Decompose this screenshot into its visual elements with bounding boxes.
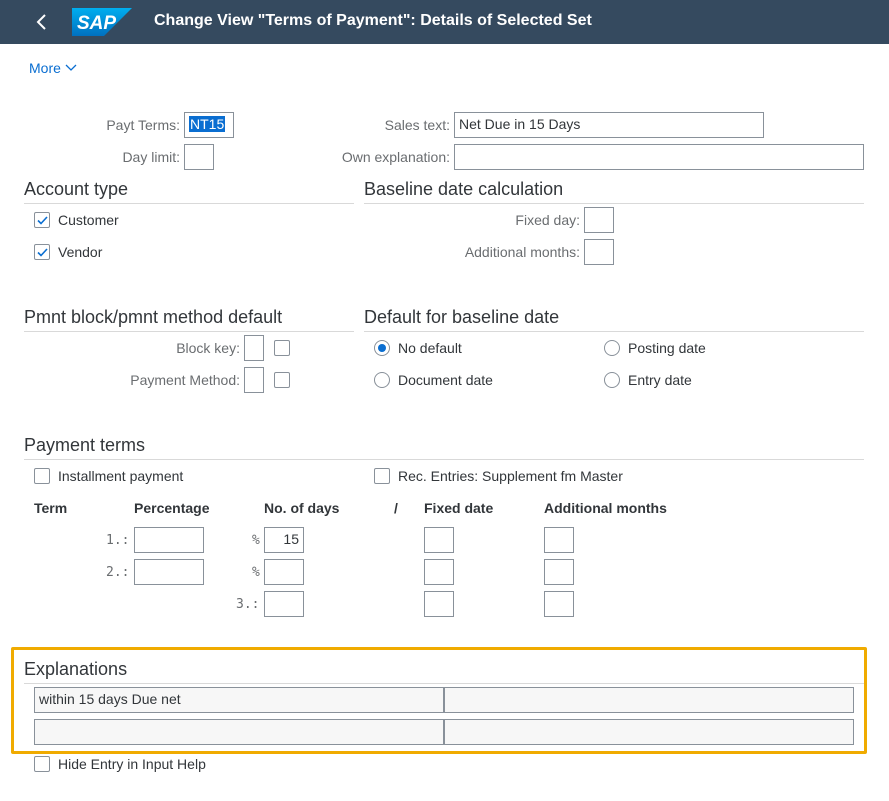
day-limit-field[interactable] (184, 144, 214, 170)
explanation-line1-right (444, 687, 854, 713)
account-type-title: Account type (24, 179, 129, 199)
own-explanation-label: Own explanation: (341, 149, 450, 165)
fixed-date-2-field[interactable] (424, 559, 454, 585)
installment-checkbox[interactable] (34, 468, 50, 484)
entry-date-radio[interactable] (604, 372, 620, 388)
explanation-line2-left (34, 719, 444, 745)
block-key-field[interactable] (244, 335, 264, 361)
additional-months-field[interactable] (584, 239, 614, 265)
days-2-field[interactable] (264, 559, 304, 585)
no-default-label: No default (398, 340, 462, 356)
payment-method-label: Payment Method: (130, 372, 240, 388)
radio-selected-dot (378, 344, 386, 352)
check-icon (37, 216, 48, 225)
page-title: Change View "Terms of Payment": Details … (154, 12, 592, 29)
day-limit-label: Day limit: (122, 149, 180, 165)
col-additional-months: Additional months (544, 500, 667, 516)
payment-terms-title: Payment terms (24, 435, 146, 455)
explanation-line1-left: within 15 days Due net (34, 687, 444, 713)
payment-method-field[interactable] (244, 367, 264, 393)
add-months-1-field[interactable] (544, 527, 574, 553)
rec-entries-label: Rec. Entries: Supplement fm Master (398, 468, 623, 484)
col-no-of-days: No. of days (264, 500, 340, 516)
baseline-calc-divider (364, 203, 864, 204)
term-2-label: 2.: (106, 565, 130, 580)
payt-terms-field[interactable]: NT15 (184, 112, 234, 138)
explanations-divider (24, 683, 864, 684)
more-menu-button[interactable]: More (29, 60, 77, 76)
account-type-divider (24, 203, 354, 204)
col-percentage: Percentage (134, 500, 210, 516)
back-icon[interactable] (30, 10, 54, 34)
payt-terms-label: Payt Terms: (106, 117, 180, 133)
pct-sign-2: % (252, 565, 260, 580)
sales-text-field[interactable]: Net Due in 15 Days (454, 112, 764, 138)
additional-months-label: Additional months: (464, 244, 580, 260)
pct-sign-1: % (252, 533, 260, 548)
days-1-field[interactable]: 15 (264, 527, 304, 553)
sap-logo[interactable]: SAP (72, 8, 132, 36)
hide-entry-checkbox[interactable] (34, 756, 50, 772)
installment-label: Installment payment (58, 468, 184, 484)
fixed-day-field[interactable] (584, 207, 614, 233)
posting-date-radio[interactable] (604, 340, 620, 356)
block-key-checkbox[interactable] (274, 340, 290, 356)
explanations-title: Explanations (24, 659, 128, 679)
document-date-label: Document date (398, 372, 493, 388)
col-fixed-date: Fixed date (424, 500, 494, 516)
block-key-label: Block key: (176, 340, 240, 356)
vendor-checkbox[interactable] (34, 244, 50, 260)
term-3-label: 3.: (236, 597, 260, 612)
document-date-radio[interactable] (374, 372, 390, 388)
customer-checkbox[interactable] (34, 212, 50, 228)
vendor-label: Vendor (58, 244, 103, 260)
days-3-field[interactable] (264, 591, 304, 617)
fixed-day-label: Fixed day: (515, 212, 580, 228)
default-baseline-title: Default for baseline date (364, 307, 560, 327)
own-explanation-field[interactable] (454, 144, 864, 170)
fixed-date-1-field[interactable] (424, 527, 454, 553)
rec-entries-checkbox[interactable] (374, 468, 390, 484)
no-default-radio[interactable] (374, 340, 390, 356)
col-slash: / (394, 500, 398, 516)
add-months-3-field[interactable] (544, 591, 574, 617)
payt-terms-value: NT15 (189, 116, 226, 132)
payment-terms-divider (24, 459, 864, 460)
hide-entry-label: Hide Entry in Input Help (58, 756, 206, 772)
posting-date-label: Posting date (628, 340, 706, 356)
svg-text:SAP: SAP (77, 13, 116, 34)
customer-label: Customer (58, 212, 119, 228)
col-term: Term (34, 500, 68, 516)
fixed-date-3-field[interactable] (424, 591, 454, 617)
baseline-calc-title: Baseline date calculation (364, 179, 564, 199)
pmnt-block-divider (24, 331, 354, 332)
explanation-line2-right (444, 719, 854, 745)
default-baseline-divider (364, 331, 864, 332)
percentage-1-field[interactable] (134, 527, 204, 553)
more-label: More (29, 60, 61, 76)
pmnt-block-title: Pmnt block/pmnt method default (24, 307, 283, 327)
payment-method-checkbox[interactable] (274, 372, 290, 388)
shell-bar: SAP Change View "Terms of Payment": Deta… (0, 0, 889, 44)
entry-date-label: Entry date (628, 372, 692, 388)
add-months-2-field[interactable] (544, 559, 574, 585)
percentage-2-field[interactable] (134, 559, 204, 585)
check-icon (37, 248, 48, 257)
sales-text-label: Sales text: (384, 117, 450, 133)
chevron-down-icon (65, 64, 77, 71)
term-1-label: 1.: (106, 533, 130, 548)
